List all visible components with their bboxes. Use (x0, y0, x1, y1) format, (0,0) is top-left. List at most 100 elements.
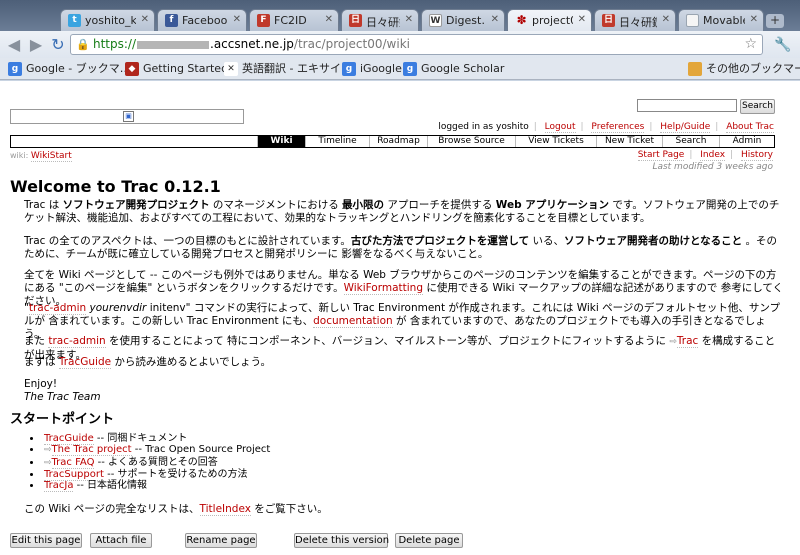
close-icon[interactable]: ✕ (405, 14, 413, 25)
hatena-icon: 日 (349, 14, 362, 27)
tab-fc2id[interactable]: F FC2ID ✕ (249, 9, 339, 31)
tracguide-link-2[interactable]: TracGuide (44, 433, 94, 445)
tab-hibikenzan-1[interactable]: 日 日々研鑽 ✕ (341, 9, 419, 31)
address-bar[interactable]: 🔒 https:// .accsnet.ne.jp/trac/project00/… (70, 34, 763, 55)
bookmark-getting-started[interactable]: ◆ Getting Started (125, 61, 228, 77)
history-link[interactable]: History (740, 150, 773, 161)
index-link[interactable]: Index (700, 150, 726, 161)
external-link-icon: ⇨ (44, 457, 52, 468)
search-input[interactable] (637, 99, 737, 112)
nav-admin[interactable]: Admin (719, 136, 774, 147)
nav-browse-source[interactable]: Browse Source (427, 136, 515, 147)
redacted-host (137, 40, 210, 49)
bookmark-label: iGoogle (360, 62, 402, 75)
bookmark-google-scholar[interactable]: g Google Scholar (403, 61, 504, 77)
search-button[interactable]: Search (740, 99, 775, 114)
breadcrumb: wiki: WikiStart (10, 151, 72, 162)
trac-icon: ✽ (516, 13, 527, 27)
attach-file-button[interactable]: Attach file (90, 533, 152, 548)
other-bookmarks[interactable]: その他のブックマーク (688, 61, 800, 77)
help-link[interactable]: Help/Guide (660, 122, 711, 133)
tab-project00[interactable]: ✽ project00 ✕ (507, 9, 592, 32)
tracja-link[interactable]: TracJa (44, 480, 74, 493)
close-icon[interactable]: ✕ (578, 14, 586, 25)
reload-button[interactable]: ↻ (48, 35, 68, 55)
close-icon[interactable]: ✕ (662, 14, 670, 25)
main-nav: Wiki Timeline Roadmap Browse Source View… (10, 135, 775, 148)
bookmark-igoogle[interactable]: g iGoogle (342, 61, 402, 77)
page-icon (686, 14, 699, 27)
folder-icon (688, 62, 702, 76)
external-link-icon: ⇨ (44, 445, 52, 456)
documentation-link[interactable]: documentation (313, 315, 393, 328)
bookmark-label: Getting Started (143, 62, 229, 75)
bookmark-label: Google - ブックマ… (26, 62, 131, 75)
close-icon[interactable]: ✕ (750, 14, 758, 25)
signoff: Enjoy! The Trac Team (24, 378, 784, 404)
firefox-icon: ◆ (125, 62, 139, 76)
tab-label: 日々研鑽 (619, 16, 657, 29)
start-points-list: TracGuide -- 同梱ドキュメント ⇨The Trac project … (42, 433, 270, 493)
preferences-link[interactable]: Preferences (591, 122, 645, 133)
nav-wiki[interactable]: Wiki (257, 136, 305, 147)
browser-toolbar: ◀ ▶ ↻ 🔒 https:// .accsnet.ne.jp/trac/proj… (0, 31, 800, 58)
bookmark-google[interactable]: g Google - ブックマ… (8, 61, 131, 77)
trac-project-link[interactable]: The Trac project (51, 444, 132, 457)
other-bookmarks-label: その他のブックマーク (706, 62, 800, 75)
wikiformatting-link[interactable]: WikiFormatting (343, 282, 423, 295)
about-trac-link[interactable]: About Trac (726, 122, 774, 133)
nav-new-ticket[interactable]: New Ticket (596, 136, 662, 147)
close-icon[interactable]: ✕ (325, 14, 333, 25)
tab-twitter[interactable]: t yoshito_k… ✕ (60, 9, 155, 31)
tab-label: yoshito_k… (85, 14, 136, 27)
url-scheme: https:// (93, 37, 137, 51)
logged-in-text: logged in as yoshito (438, 122, 529, 132)
tab-strip: t yoshito_k… ✕ f Facebook ✕ F FC2ID ✕ 日 … (0, 0, 800, 32)
edit-page-button[interactable]: Edit this page (10, 533, 82, 548)
new-tab-button[interactable]: + (766, 14, 784, 28)
start-page-link[interactable]: Start Page (637, 150, 685, 161)
close-icon[interactable]: ✕ (141, 14, 149, 25)
hatena-icon: 日 (602, 14, 615, 27)
delete-version-button[interactable]: Delete this version (294, 533, 389, 548)
tab-movable[interactable]: Movable… ✕ (678, 9, 764, 31)
nav-roadmap[interactable]: Roadmap (369, 136, 427, 147)
tab-hibikenzan-2[interactable]: 日 日々研鑽 ✕ (594, 9, 676, 31)
delete-page-button[interactable]: Delete page (395, 533, 463, 548)
tab-label: FC2ID (274, 14, 307, 27)
trac-faq-link[interactable]: Trac FAQ (51, 456, 95, 469)
nav-search[interactable]: Search (662, 136, 719, 147)
trac-page: ▣ Search logged in as yoshito | Logout | P… (0, 81, 800, 555)
trac-admin-link-2[interactable]: trac-admin (48, 335, 106, 348)
trac-admin-link[interactable]: trac-admin (28, 302, 87, 315)
site-logo[interactable]: ▣ (10, 109, 244, 124)
forward-button[interactable]: ▶ (26, 35, 46, 55)
google-icon: g (8, 62, 22, 76)
bookmark-label: 英語翻訳 - エキサイ… (242, 62, 352, 75)
meta-nav: logged in as yoshito | Logout | Preference… (438, 122, 774, 133)
tracguide-link[interactable]: TracGuide (58, 356, 112, 369)
list-item: TracSupport -- サポートを受けるための方法 (42, 468, 270, 481)
broken-image-icon: ▣ (123, 111, 134, 122)
nav-timeline[interactable]: Timeline (305, 136, 369, 147)
facebook-icon: f (165, 14, 178, 27)
back-button[interactable]: ◀ (4, 35, 24, 55)
guide-paragraph: まずは TracGuide から読み進めるとよいでしょう。 (24, 356, 271, 369)
bookmark-excite[interactable]: ✕ 英語翻訳 - エキサイ… (224, 61, 352, 77)
close-icon[interactable]: ✕ (233, 14, 241, 25)
trac-link[interactable]: Trac (676, 335, 699, 348)
wrench-icon[interactable]: 🔧 (773, 35, 793, 55)
tab-facebook[interactable]: f Facebook ✕ (157, 9, 247, 31)
bookmark-star-icon[interactable]: ☆ (744, 35, 757, 54)
tab-digest[interactable]: W Digest… ✕ (421, 9, 505, 31)
excite-icon: ✕ (224, 62, 238, 76)
logout-link[interactable]: Logout (544, 122, 576, 133)
titleindex-link[interactable]: TitleIndex (199, 503, 251, 516)
igoogle-icon: g (342, 62, 356, 76)
nav-view-tickets[interactable]: View Tickets (515, 136, 596, 147)
url-path: /trac/project00/wiki (293, 37, 410, 51)
fc2-icon: F (257, 14, 270, 27)
rename-page-button[interactable]: Rename page (185, 533, 257, 548)
breadcrumb-wikistart[interactable]: WikiStart (30, 151, 72, 162)
close-icon[interactable]: ✕ (491, 14, 499, 25)
